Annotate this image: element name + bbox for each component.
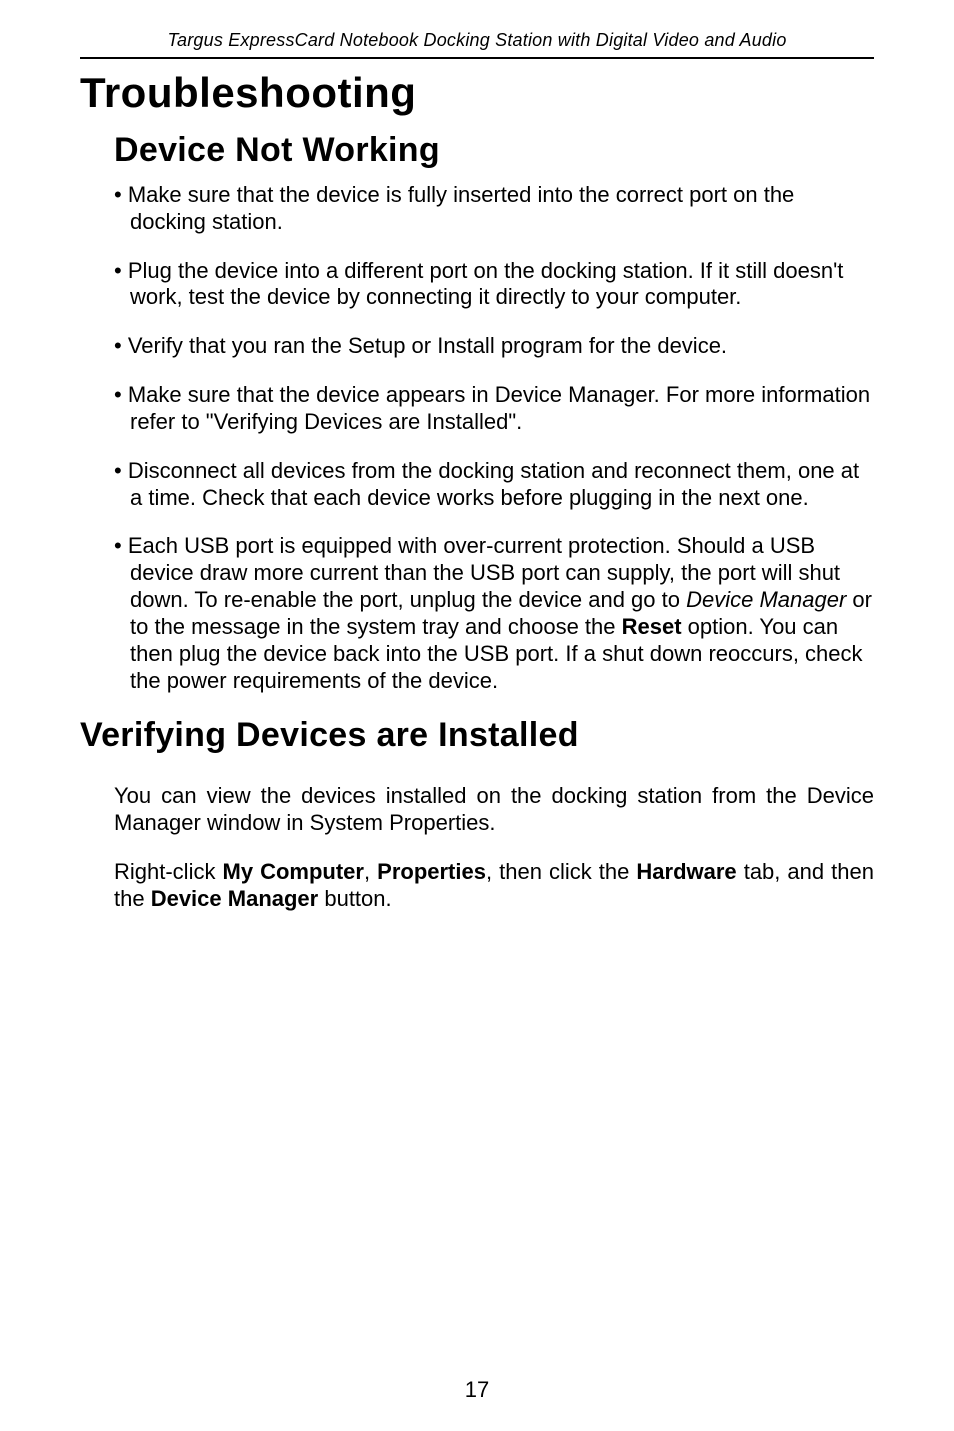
running-header: Targus ExpressCard Notebook Docking Stat… xyxy=(80,30,874,59)
text-run: , xyxy=(364,859,377,884)
text-run: , then click the xyxy=(486,859,636,884)
list-item: Make sure that the device appears in Dev… xyxy=(114,382,874,436)
list-item: Plug the device into a different port on… xyxy=(114,258,874,312)
list-item: Each USB port is equipped with over-curr… xyxy=(114,533,874,694)
list-item: Make sure that the device is fully inser… xyxy=(114,182,874,236)
bullet-list: Make sure that the device is fully inser… xyxy=(80,182,874,694)
text-bold: Hardware xyxy=(636,859,736,884)
text-run: Right-click xyxy=(114,859,223,884)
text-bold: Device Manager xyxy=(151,886,319,911)
text-run: button. xyxy=(318,886,391,911)
text-bold: My Computer xyxy=(223,859,364,884)
list-item: Disconnect all devices from the docking … xyxy=(114,458,874,512)
section-heading-verifying: Verifying Devices are Installed xyxy=(80,716,874,755)
page-title: Troubleshooting xyxy=(80,69,874,117)
page-number: 17 xyxy=(0,1377,954,1403)
text-bold: Reset xyxy=(622,614,682,639)
paragraph: Right-click My Computer, Properties, the… xyxy=(114,859,874,913)
document-page: Targus ExpressCard Notebook Docking Stat… xyxy=(0,0,954,1431)
section-heading-device-not-working: Device Not Working xyxy=(114,131,874,170)
list-item: Verify that you ran the Setup or Install… xyxy=(114,333,874,360)
text-bold: Properties xyxy=(377,859,486,884)
paragraph: You can view the devices installed on th… xyxy=(114,783,874,837)
text-emphasis: Device Manager xyxy=(686,587,846,612)
